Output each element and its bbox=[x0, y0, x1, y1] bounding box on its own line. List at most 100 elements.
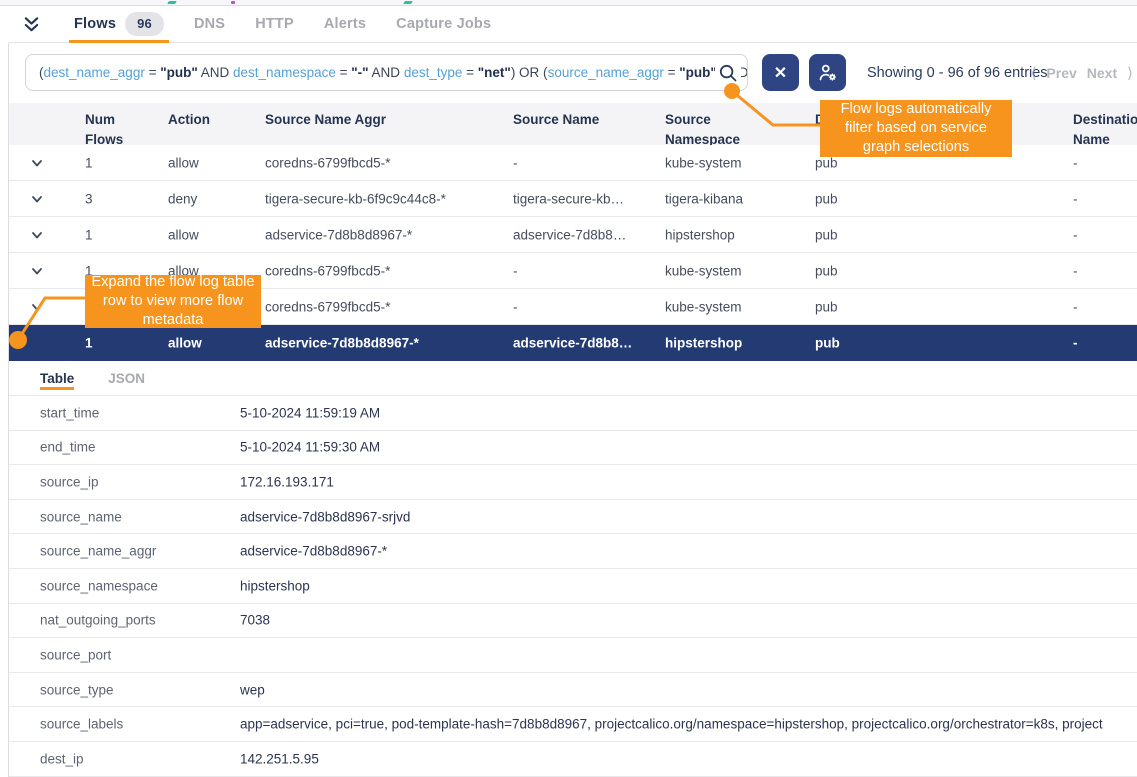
header-action: Action bbox=[168, 110, 256, 130]
flow-detail-panel: Table JSON start_time 5-10-2024 11:59:19… bbox=[9, 361, 1137, 777]
cell-source-name-aggr: coredns-6799fbcd5-* bbox=[265, 299, 503, 314]
cell-dest-name-aggr: pub bbox=[815, 299, 1063, 314]
tab-dns-label: DNS bbox=[194, 16, 225, 32]
flow-table-row[interactable]: 1 allow adservice-7d8b8d8967-* adservice… bbox=[9, 325, 1137, 361]
detail-tabbar: Table JSON bbox=[9, 361, 1137, 396]
tab-flows-label: Flows bbox=[74, 16, 116, 32]
detail-tab-table[interactable]: Table bbox=[40, 361, 74, 395]
query-segment-value: "net" bbox=[478, 65, 511, 80]
detail-field-key: source_name_aggr bbox=[40, 544, 156, 559]
query-segment-value: "-" bbox=[351, 65, 368, 80]
detail-field-row: nat_outgoing_ports 7038 bbox=[9, 604, 1137, 639]
cell-source-name: adservice-7d8b8… bbox=[513, 227, 655, 242]
graph-speck bbox=[167, 1, 177, 4]
detail-field-row: source_name_aggr adservice-7d8b8d8967-* bbox=[9, 534, 1137, 569]
expand-row-chevron-icon[interactable] bbox=[30, 192, 44, 206]
tab-dns[interactable]: DNS bbox=[179, 6, 240, 42]
detail-field-row: source_labels app=adservice, pci=true, p… bbox=[9, 707, 1137, 742]
cell-destination-name: - bbox=[1073, 299, 1137, 314]
detail-field-row: source_namespace hipstershop bbox=[9, 569, 1137, 604]
cell-source-name-aggr: adservice-7d8b8d8967-* bbox=[265, 336, 503, 351]
cell-source-name: adservice-7d8b8… bbox=[513, 336, 655, 351]
graph-speck bbox=[231, 1, 235, 4]
detail-field-key: start_time bbox=[40, 405, 99, 420]
next-page-button[interactable]: Next bbox=[1087, 65, 1117, 81]
cell-destination-name: - bbox=[1073, 191, 1137, 206]
tab-capture-jobs[interactable]: Capture Jobs bbox=[381, 6, 506, 42]
expand-row-chevron-icon[interactable] bbox=[30, 228, 44, 242]
cell-source-name: tigera-secure-kb… bbox=[513, 191, 655, 206]
detail-field-key: source_type bbox=[40, 682, 114, 697]
prev-page-button[interactable]: Prev bbox=[1046, 65, 1076, 81]
double-chevron-down-icon bbox=[22, 15, 41, 34]
cell-destination-name: - bbox=[1073, 336, 1137, 351]
flow-table-row[interactable]: 1 allow adservice-7d8b8d8967-* adservice… bbox=[9, 217, 1137, 253]
cell-destination-name: - bbox=[1073, 227, 1137, 242]
flow-table-row[interactable]: 3 deny tigera-secure-kb-6f9c9c44c8-* tig… bbox=[9, 181, 1137, 217]
query-segment-plain: = bbox=[462, 65, 477, 80]
expand-row-chevron-icon[interactable] bbox=[30, 264, 44, 278]
detail-field-value: 7038 bbox=[240, 613, 1137, 628]
cell-dest-name-aggr: pub bbox=[815, 155, 1063, 170]
cell-dest-name-aggr: pub bbox=[815, 227, 1063, 242]
query-segment-field: dest_type bbox=[404, 65, 463, 80]
detail-tab-table-label: Table bbox=[40, 371, 74, 386]
detail-field-row: source_name adservice-7d8b8d8967-srjvd bbox=[9, 500, 1137, 535]
flows-count-badge: 96 bbox=[125, 12, 164, 37]
search-button[interactable] bbox=[715, 60, 741, 86]
search-icon bbox=[718, 63, 738, 83]
query-segment-field: dest_name_aggr bbox=[44, 65, 145, 80]
query-segment-plain: ) OR ( bbox=[511, 65, 548, 80]
cell-source-namespace: kube-system bbox=[665, 263, 805, 278]
cell-action: allow bbox=[168, 227, 256, 242]
cell-action: allow bbox=[168, 155, 256, 170]
expand-row-chevron-icon[interactable] bbox=[30, 156, 44, 170]
cell-source-namespace: hipstershop bbox=[665, 227, 805, 242]
entries-count-status: Showing 0 - 96 of 96 entries bbox=[867, 43, 1048, 103]
detail-field-key: source_ip bbox=[40, 474, 99, 489]
cell-source-namespace: hipstershop bbox=[665, 336, 805, 351]
cell-source-name: - bbox=[513, 155, 655, 170]
tab-flows[interactable]: Flows 96 bbox=[59, 6, 179, 42]
next-chevron-icon: ⟩ bbox=[1127, 64, 1133, 82]
cell-source-namespace: kube-system bbox=[665, 299, 805, 314]
query-segment-plain: AND bbox=[198, 65, 233, 80]
cell-source-name-aggr: coredns-6799fbcd5-* bbox=[265, 263, 503, 278]
detail-field-value: adservice-7d8b8d8967-* bbox=[240, 544, 1137, 559]
cell-destination-name: - bbox=[1073, 263, 1137, 278]
cell-num-flows: 1 bbox=[85, 155, 155, 170]
query-segment-plain: = bbox=[145, 65, 160, 80]
cell-source-name-aggr: adservice-7d8b8d8967-* bbox=[265, 227, 503, 242]
detail-field-key: source_namespace bbox=[40, 578, 158, 593]
query-segment-field: source_name_aggr bbox=[548, 65, 664, 80]
cell-num-flows: 3 bbox=[85, 191, 155, 206]
flow-logs-page: Flows 96 DNS HTTP Alerts Capture Jobs (d… bbox=[0, 0, 1137, 777]
cell-num-flows: 1 bbox=[85, 336, 155, 351]
detail-field-row: source_ip 172.16.193.171 bbox=[9, 465, 1137, 500]
tab-alerts[interactable]: Alerts bbox=[309, 6, 381, 42]
clear-filter-button[interactable]: ✕ bbox=[762, 54, 799, 91]
filter-query-input[interactable]: (dest_name_aggr = "pub" AND dest_namespa… bbox=[25, 54, 748, 91]
pagination: ⟨ Prev Next ⟩ bbox=[1031, 43, 1133, 103]
cell-dest-name-aggr: pub bbox=[815, 263, 1063, 278]
filter-bar: (dest_name_aggr = "pub" AND dest_namespa… bbox=[9, 43, 1137, 103]
expand-row-chevron-icon[interactable] bbox=[30, 300, 44, 314]
detail-field-value: 172.16.193.171 bbox=[240, 474, 1137, 489]
detail-fields-list: start_time 5-10-2024 11:59:19 AM end_tim… bbox=[9, 396, 1137, 777]
user-settings-button[interactable] bbox=[809, 54, 846, 91]
query-segment-value: "pub" bbox=[160, 65, 198, 80]
detail-field-key: source_labels bbox=[40, 717, 123, 732]
detail-field-key: source_port bbox=[40, 647, 111, 662]
detail-field-row: dest_ip 142.251.5.95 bbox=[9, 742, 1137, 777]
detail-field-value: 5-10-2024 11:59:19 AM bbox=[240, 405, 1137, 420]
cell-action: deny bbox=[168, 191, 256, 206]
collapse-panel-button[interactable] bbox=[22, 6, 41, 42]
close-icon: ✕ bbox=[774, 63, 787, 83]
tab-http[interactable]: HTTP bbox=[240, 6, 309, 42]
header-destination-name: Destination Name bbox=[1073, 110, 1137, 149]
detail-field-value: app=adservice, pci=true, pod-template-ha… bbox=[240, 717, 1137, 732]
detail-tab-json[interactable]: JSON bbox=[108, 361, 145, 395]
query-segment-plain: AND bbox=[369, 65, 404, 80]
cell-source-namespace: kube-system bbox=[665, 155, 805, 170]
detail-field-key: end_time bbox=[40, 440, 96, 455]
